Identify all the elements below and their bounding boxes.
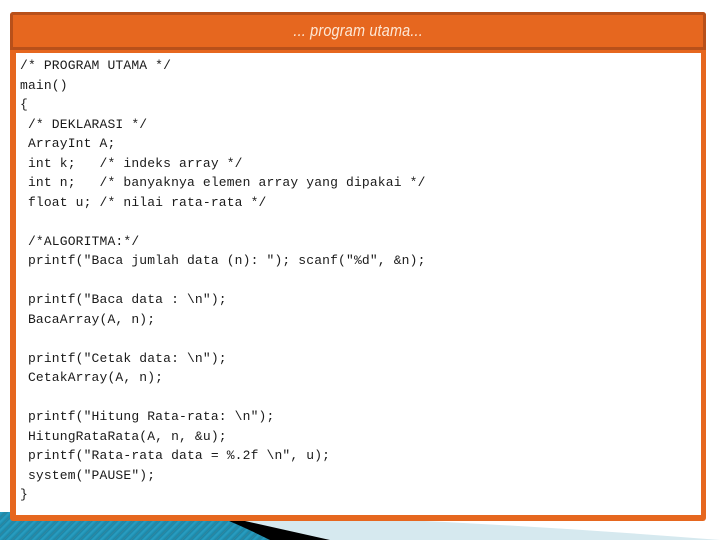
title-bar: ... program utama...: [10, 12, 706, 50]
code-line: printf("Baca data : \n");: [20, 292, 227, 307]
code-line: float u; /* nilai rata-rata */: [20, 194, 267, 210]
slide-title: ... program utama...: [293, 21, 423, 40]
code-line: ArrayInt A;: [20, 136, 116, 151]
code-line: CetakArray(A, n);: [20, 370, 164, 385]
code-block: /* PROGRAM UTAMA */ main() { /* DEKLARASI …: [20, 56, 426, 505]
code-line: }: [20, 487, 28, 502]
code-line: /* DEKLARASI */: [20, 116, 148, 132]
code-line: BacaArray(A, n);: [20, 311, 156, 327]
code-line: printf("Baca jumlah data (n): "); scanf(…: [20, 253, 426, 268]
code-line: {: [20, 97, 28, 112]
code-line: system("PAUSE");: [20, 467, 156, 483]
code-line: /*ALGORITMA:*/: [20, 233, 140, 249]
code-line: printf("Hitung Rata-rata: \n");: [20, 409, 275, 424]
code-line: printf("Cetak data: \n");: [20, 350, 227, 366]
slide: ... program utama... /* PROGRAM UTAMA */…: [0, 0, 720, 540]
code-line: HitungRataRata(A, n, &u);: [20, 428, 227, 444]
code-line: /* PROGRAM UTAMA */: [20, 58, 172, 73]
code-line: int k; /* indeks array */: [20, 155, 243, 171]
code-line: int n; /* banyaknya elemen array yang di…: [20, 175, 426, 190]
code-line: main(): [20, 77, 68, 93]
code-line: printf("Rata-rata data = %.2f \n", u);: [20, 448, 331, 463]
code-panel: /* PROGRAM UTAMA */ main() { /* DEKLARASI …: [16, 53, 701, 515]
